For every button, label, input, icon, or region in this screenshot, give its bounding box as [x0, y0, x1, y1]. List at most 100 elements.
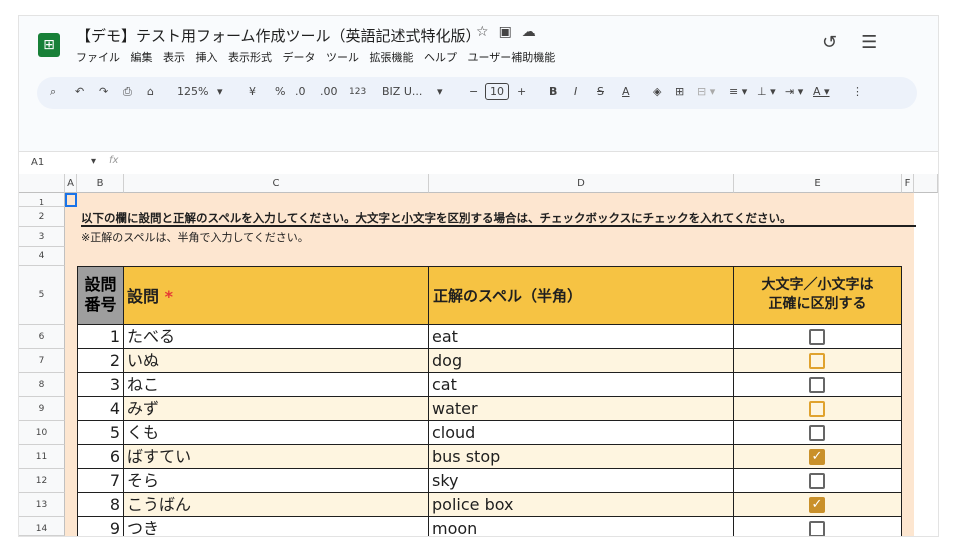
column-header-d[interactable]: D: [429, 174, 734, 193]
answer-cell[interactable]: sky: [429, 469, 734, 493]
header-question[interactable]: 設問 *: [124, 266, 429, 325]
question-number-cell[interactable]: 7: [77, 469, 124, 493]
case-checkbox-cell[interactable]: ✓: [734, 493, 902, 517]
row-header[interactable]: 6: [19, 325, 65, 349]
menu-file[interactable]: ファイル: [76, 51, 120, 64]
question-cell[interactable]: いぬ: [124, 349, 429, 373]
question-cell[interactable]: ばすてい: [124, 445, 429, 469]
menu-extensions[interactable]: 拡張機能: [370, 51, 414, 64]
search-icon[interactable]: ⌕: [50, 85, 56, 99]
instruction-line-1[interactable]: 以下の欄に設問と正解のスペルを入力してください。大文字と小文字を区別する場合は、…: [81, 209, 916, 227]
print-icon[interactable]: ⎙: [123, 85, 132, 99]
case-sensitive-checkbox[interactable]: [809, 377, 825, 393]
borders-icon[interactable]: ⊞: [675, 85, 684, 98]
star-icon[interactable]: ☆: [476, 24, 499, 40]
more-formats-button[interactable]: 123: [349, 87, 366, 97]
question-cell[interactable]: そら: [124, 469, 429, 493]
row-header[interactable]: 10: [19, 421, 65, 445]
case-sensitive-checkbox-checked[interactable]: ✓: [809, 497, 825, 513]
row-header[interactable]: 1: [19, 193, 65, 207]
question-cell[interactable]: こうばん: [124, 493, 429, 517]
move-folder-icon[interactable]: ▣: [499, 24, 522, 40]
font-chevron-down-icon[interactable]: ▾: [437, 85, 443, 98]
column-header-c[interactable]: C: [124, 174, 429, 193]
align-vertical-icon[interactable]: ⊥ ▾: [757, 85, 776, 98]
cloud-status-icon[interactable]: ☁: [522, 24, 546, 40]
header-question-number[interactable]: 設問 番号: [77, 266, 124, 325]
answer-cell[interactable]: police box: [429, 493, 734, 517]
row-header[interactable]: 9: [19, 397, 65, 421]
chevron-down-icon[interactable]: ▾: [217, 85, 223, 98]
column-header-e[interactable]: E: [734, 174, 902, 193]
row-header[interactable]: 8: [19, 373, 65, 397]
header-answer[interactable]: 正解のスペル（半角）: [429, 266, 734, 325]
more-icon[interactable]: ⋮: [852, 85, 863, 98]
column-header-b[interactable]: B: [77, 174, 124, 193]
answer-cell[interactable]: eat: [429, 325, 734, 349]
comments-icon[interactable]: ☰: [861, 32, 877, 53]
case-sensitive-checkbox-checked[interactable]: ✓: [809, 449, 825, 465]
case-sensitive-checkbox[interactable]: [809, 353, 825, 369]
decrease-decimal-button[interactable]: .0: [295, 85, 306, 98]
document-title[interactable]: 【デモ】テスト用フォーム作成ツール（英語記述式特化版）: [76, 25, 481, 46]
menu-edit[interactable]: 編集: [131, 51, 153, 64]
merge-cells-icon[interactable]: ⊟ ▾: [697, 85, 715, 98]
case-checkbox-cell[interactable]: [734, 397, 902, 421]
case-sensitive-checkbox[interactable]: [809, 401, 825, 417]
row-header[interactable]: 5: [19, 266, 65, 325]
row-header[interactable]: 4: [19, 247, 65, 266]
instruction-line-2[interactable]: ※正解のスペルは、半角で入力してください。: [81, 230, 681, 246]
selected-cell-a1[interactable]: [65, 193, 77, 207]
font-size-decrease-button[interactable]: −: [469, 85, 478, 98]
case-checkbox-cell[interactable]: ✓: [734, 445, 902, 469]
column-header-f[interactable]: F: [902, 174, 914, 193]
increase-decimal-button[interactable]: .00: [320, 85, 338, 98]
menu-tools[interactable]: ツール: [326, 51, 359, 64]
menu-data[interactable]: データ: [283, 51, 316, 64]
name-box[interactable]: A1: [31, 157, 44, 168]
select-all-corner[interactable]: [19, 174, 65, 193]
question-number-cell[interactable]: 1: [77, 325, 124, 349]
case-checkbox-cell[interactable]: [734, 325, 902, 349]
question-number-cell[interactable]: 3: [77, 373, 124, 397]
case-sensitive-checkbox[interactable]: [809, 329, 825, 345]
case-checkbox-cell[interactable]: [734, 421, 902, 445]
strikethrough-button[interactable]: S: [597, 85, 604, 98]
question-number-cell[interactable]: 8: [77, 493, 124, 517]
question-number-cell[interactable]: 4: [77, 397, 124, 421]
question-cell[interactable]: みず: [124, 397, 429, 421]
font-size-input[interactable]: 10: [485, 83, 509, 100]
sheets-logo-icon[interactable]: ⊞: [38, 33, 60, 57]
question-cell[interactable]: ねこ: [124, 373, 429, 397]
redo-icon[interactable]: ↷: [99, 85, 108, 98]
answer-cell[interactable]: water: [429, 397, 734, 421]
case-checkbox-cell[interactable]: [734, 517, 902, 536]
text-rotation-icon[interactable]: A ▾: [813, 85, 830, 98]
case-checkbox-cell[interactable]: [734, 373, 902, 397]
font-select[interactable]: BIZ U...: [382, 85, 422, 98]
text-wrap-icon[interactable]: ⇥ ▾: [785, 85, 803, 98]
question-cell[interactable]: たべる: [124, 325, 429, 349]
menu-accessibility[interactable]: ユーザー補助機能: [468, 51, 556, 64]
menu-help[interactable]: ヘルプ: [424, 51, 457, 64]
row-header[interactable]: 7: [19, 349, 65, 373]
text-color-button[interactable]: A: [622, 85, 630, 98]
answer-cell[interactable]: cat: [429, 373, 734, 397]
bold-button[interactable]: B: [549, 85, 557, 98]
answer-cell[interactable]: moon: [429, 517, 734, 536]
row-header[interactable]: 12: [19, 469, 65, 493]
currency-format-button[interactable]: ¥: [249, 85, 256, 98]
question-number-cell[interactable]: 5: [77, 421, 124, 445]
question-cell[interactable]: つき: [124, 517, 429, 536]
italic-button[interactable]: I: [574, 85, 577, 98]
paint-format-icon[interactable]: ⌂: [147, 85, 154, 98]
row-header[interactable]: 13: [19, 493, 65, 517]
row-header[interactable]: 14: [19, 517, 65, 536]
font-size-increase-button[interactable]: +: [517, 85, 526, 98]
menu-format[interactable]: 表示形式: [228, 51, 272, 64]
row-header[interactable]: 2: [19, 207, 65, 227]
case-sensitive-checkbox[interactable]: [809, 473, 825, 489]
question-number-cell[interactable]: 9: [77, 517, 124, 536]
menu-view[interactable]: 表示: [163, 51, 185, 64]
column-header-a[interactable]: A: [65, 174, 77, 193]
